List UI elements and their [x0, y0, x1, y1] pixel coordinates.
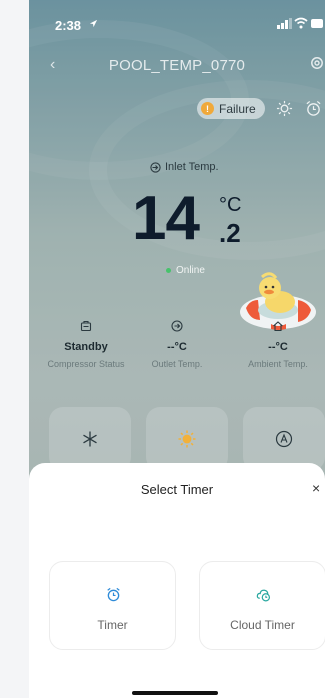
inlet-temp-header: Inlet Temp. — [150, 161, 219, 173]
ambient-temp: --°C Ambient Temp. — [229, 320, 325, 369]
compressor-status: Standby Compressor Status — [37, 320, 135, 369]
failure-label: Failure — [219, 101, 256, 116]
snowflake-icon — [83, 431, 97, 447]
status-time: 2:38 — [55, 18, 82, 33]
home-indicator[interactable] — [132, 691, 218, 695]
cloud-timer-option-label: Cloud Timer — [230, 618, 295, 632]
auto-icon — [275, 430, 293, 448]
select-timer-sheet: Select Timer × Timer Cloud Timer — [29, 463, 325, 698]
close-icon[interactable]: × — [312, 480, 325, 496]
stats-row: Standby Compressor Status --°C Outlet Te… — [29, 320, 325, 380]
stat-label: Ambient Temp. — [248, 359, 308, 369]
cloud-timer-option-button[interactable]: Cloud Timer — [199, 561, 325, 650]
temperature-unit: °C — [219, 194, 242, 216]
cooling-mode-button[interactable] — [49, 407, 131, 471]
outlet-icon — [171, 320, 183, 332]
warning-icon: ! — [201, 102, 214, 115]
heating-mode-button[interactable] — [146, 407, 228, 471]
stat-value: --°C — [268, 341, 288, 353]
stat-value: --°C — [167, 341, 187, 353]
failure-badge[interactable]: ! Failure — [197, 98, 265, 119]
status-bar: 2:38 — [29, 0, 325, 50]
alarm-clock-icon — [107, 587, 120, 602]
stat-value: Standby — [64, 341, 108, 353]
timer-option-button[interactable]: Timer — [49, 561, 176, 650]
ambient-house-icon — [273, 321, 283, 332]
compressor-icon — [80, 320, 92, 332]
sheet-title: Select Timer — [140, 482, 214, 497]
mode-buttons — [29, 407, 325, 471]
stat-label: Outlet Temp. — [151, 359, 203, 369]
online-dot-icon — [166, 268, 171, 273]
wifi-icon — [294, 17, 308, 29]
online-status: Online — [166, 265, 205, 276]
outlet-temp: --°C Outlet Temp. — [128, 320, 226, 369]
online-label: Online — [176, 265, 205, 276]
sun-icon[interactable] — [276, 100, 293, 117]
inlet-icon — [150, 161, 161, 173]
temperature-value: 14 — [132, 184, 200, 253]
temperature-decimal: .2 — [219, 218, 241, 248]
page-title: POOL_TEMP_0770 — [108, 57, 246, 74]
inlet-temp-label: Inlet Temp. — [165, 161, 219, 173]
alarm-clock-icon[interactable] — [305, 100, 322, 117]
cellular-signal-icon — [277, 18, 292, 29]
auto-mode-button[interactable] — [243, 407, 325, 471]
phone-screen: 2:38 ‹ POOL_TEMP_0770 ! Failure Inlet Te… — [29, 0, 325, 698]
cloud-timer-icon — [256, 589, 271, 602]
sun-heat-icon — [178, 430, 196, 448]
battery-icon — [311, 19, 323, 28]
timer-option-label: Timer — [97, 618, 128, 632]
gear-icon[interactable] — [309, 55, 325, 71]
location-arrow-icon — [89, 19, 98, 28]
stat-label: Compressor Status — [47, 359, 125, 369]
